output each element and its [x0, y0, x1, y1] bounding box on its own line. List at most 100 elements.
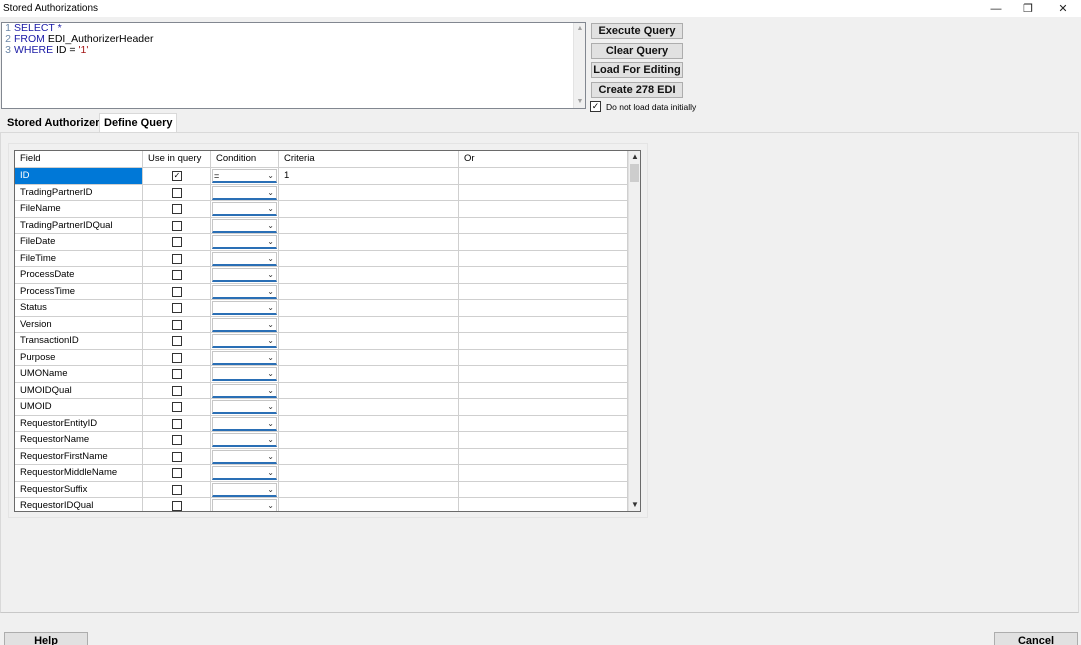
or-cell[interactable]: [459, 217, 628, 234]
table-row[interactable]: FileDate ⌄: [15, 234, 628, 251]
field-cell[interactable]: Version: [15, 316, 143, 333]
field-cell[interactable]: TransactionID: [15, 333, 143, 350]
use-in-query-checkbox[interactable]: [172, 369, 182, 379]
or-cell[interactable]: [459, 316, 628, 333]
chevron-down-icon[interactable]: ⌄: [267, 335, 274, 347]
or-cell[interactable]: [459, 349, 628, 366]
criteria-cell[interactable]: [279, 448, 459, 465]
condition-dropdown[interactable]: ⌄: [212, 350, 277, 365]
field-cell[interactable]: UMOID: [15, 399, 143, 416]
criteria-cell[interactable]: [279, 399, 459, 416]
query-editor[interactable]: 1 SELECT * 2 FROM EDI_AuthorizerHeader 3 WHER…: [1, 22, 586, 109]
criteria-cell[interactable]: [279, 267, 459, 284]
use-in-query-checkbox[interactable]: [172, 501, 182, 511]
or-cell[interactable]: [459, 201, 628, 218]
field-cell[interactable]: FileTime: [15, 250, 143, 267]
chevron-down-icon[interactable]: ⌄: [267, 220, 274, 232]
condition-dropdown[interactable]: ⌄: [212, 317, 277, 332]
criteria-cell[interactable]: [279, 217, 459, 234]
use-in-query-checkbox[interactable]: [172, 468, 182, 478]
header-or[interactable]: Or: [459, 151, 628, 168]
condition-dropdown[interactable]: ⌄: [212, 301, 277, 315]
table-row[interactable]: RequestorIDQual ⌄: [15, 498, 628, 511]
criteria-cell[interactable]: [279, 465, 459, 482]
chevron-up-icon[interactable]: ▲: [574, 23, 586, 35]
table-row[interactable]: Status ⌄: [15, 300, 628, 317]
condition-dropdown[interactable]: ⌄: [212, 383, 277, 398]
use-in-query-checkbox[interactable]: [172, 319, 182, 330]
use-in-query-checkbox[interactable]: [172, 451, 182, 462]
criteria-cell[interactable]: [279, 201, 459, 218]
table-row[interactable]: RequestorFirstName ⌄: [15, 448, 628, 465]
chevron-down-icon[interactable]: ⌄: [267, 170, 274, 182]
criteria-cell[interactable]: [279, 382, 459, 399]
create-278-edi-button[interactable]: Create 278 EDI: [591, 82, 683, 98]
chevron-down-icon[interactable]: ⌄: [267, 500, 274, 511]
table-row[interactable]: UMOIDQual ⌄: [15, 382, 628, 399]
or-cell[interactable]: [459, 382, 628, 399]
criteria-cell[interactable]: [279, 333, 459, 350]
or-cell[interactable]: [459, 184, 628, 201]
table-row[interactable]: FileTime ⌄: [15, 250, 628, 267]
condition-dropdown[interactable]: ⌄: [212, 466, 277, 480]
field-cell[interactable]: TradingPartnerID: [15, 184, 143, 201]
chevron-down-icon[interactable]: ⌄: [267, 352, 274, 364]
or-cell[interactable]: [459, 250, 628, 267]
condition-dropdown[interactable]: ⌄: [212, 400, 277, 414]
chevron-down-icon[interactable]: ⌄: [267, 269, 274, 281]
table-row[interactable]: RequestorSuffix ⌄: [15, 481, 628, 498]
or-cell[interactable]: [459, 432, 628, 449]
condition-dropdown[interactable]: ⌄: [212, 334, 277, 348]
do-not-load-option[interactable]: ✓ Do not load data initially: [590, 100, 696, 113]
field-cell[interactable]: Purpose: [15, 349, 143, 366]
criteria-cell[interactable]: [279, 283, 459, 300]
use-in-query-checkbox[interactable]: [172, 187, 182, 198]
chevron-up-icon[interactable]: ▲: [629, 151, 640, 163]
or-cell[interactable]: [459, 481, 628, 498]
chevron-down-icon[interactable]: ⌄: [267, 418, 274, 430]
use-in-query-checkbox[interactable]: [172, 402, 182, 412]
field-cell[interactable]: RequestorIDQual: [15, 498, 143, 511]
chevron-down-icon[interactable]: ▼: [574, 96, 586, 108]
tab-stored-authorizers[interactable]: Stored Authorizers: [3, 114, 110, 133]
or-cell[interactable]: [459, 168, 628, 185]
chevron-down-icon[interactable]: ⌄: [267, 286, 274, 298]
execute-query-button[interactable]: Execute Query: [591, 23, 683, 39]
condition-dropdown[interactable]: ⌄: [212, 218, 277, 233]
chevron-down-icon[interactable]: ⌄: [267, 236, 274, 248]
table-row[interactable]: RequestorEntityID ⌄: [15, 415, 628, 432]
field-cell[interactable]: FileName: [15, 201, 143, 218]
table-row[interactable]: UMOName ⌄: [15, 366, 628, 383]
header-field[interactable]: Field: [15, 151, 143, 168]
condition-dropdown[interactable]: ⌄: [212, 202, 277, 216]
chevron-down-icon[interactable]: ⌄: [267, 467, 274, 479]
chevron-down-icon[interactable]: ⌄: [267, 302, 274, 314]
criteria-cell[interactable]: 1: [279, 168, 459, 185]
table-row[interactable]: ID ✓ = ⌄ 1: [15, 168, 628, 185]
or-cell[interactable]: [459, 415, 628, 432]
condition-dropdown[interactable]: ⌄: [212, 416, 277, 431]
restore-button[interactable]: ❐: [1011, 0, 1045, 17]
chevron-down-icon[interactable]: ▼: [629, 499, 640, 511]
chevron-down-icon[interactable]: ⌄: [267, 203, 274, 215]
header-condition[interactable]: Condition: [211, 151, 279, 168]
table-row[interactable]: TransactionID ⌄: [15, 333, 628, 350]
condition-dropdown[interactable]: = ⌄: [212, 169, 277, 183]
criteria-cell[interactable]: [279, 481, 459, 498]
condition-dropdown[interactable]: ⌄: [212, 284, 277, 299]
field-cell[interactable]: RequestorEntityID: [15, 415, 143, 432]
field-cell[interactable]: RequestorSuffix: [15, 481, 143, 498]
field-cell[interactable]: TradingPartnerIDQual: [15, 217, 143, 234]
scroll-thumb[interactable]: [630, 164, 639, 182]
query-grid[interactable]: Field Use in query Condition Criteria Or…: [14, 150, 641, 512]
use-in-query-checkbox[interactable]: [172, 204, 182, 214]
table-row[interactable]: Version ⌄: [15, 316, 628, 333]
field-cell[interactable]: UMOName: [15, 366, 143, 383]
criteria-cell[interactable]: [279, 432, 459, 449]
use-in-query-checkbox[interactable]: [172, 435, 182, 445]
table-row[interactable]: ProcessTime ⌄: [15, 283, 628, 300]
table-row[interactable]: RequestorName ⌄: [15, 432, 628, 449]
load-for-editing-button[interactable]: Load For Editing: [591, 62, 683, 78]
use-in-query-checkbox[interactable]: [172, 270, 182, 280]
condition-dropdown[interactable]: ⌄: [212, 499, 277, 511]
